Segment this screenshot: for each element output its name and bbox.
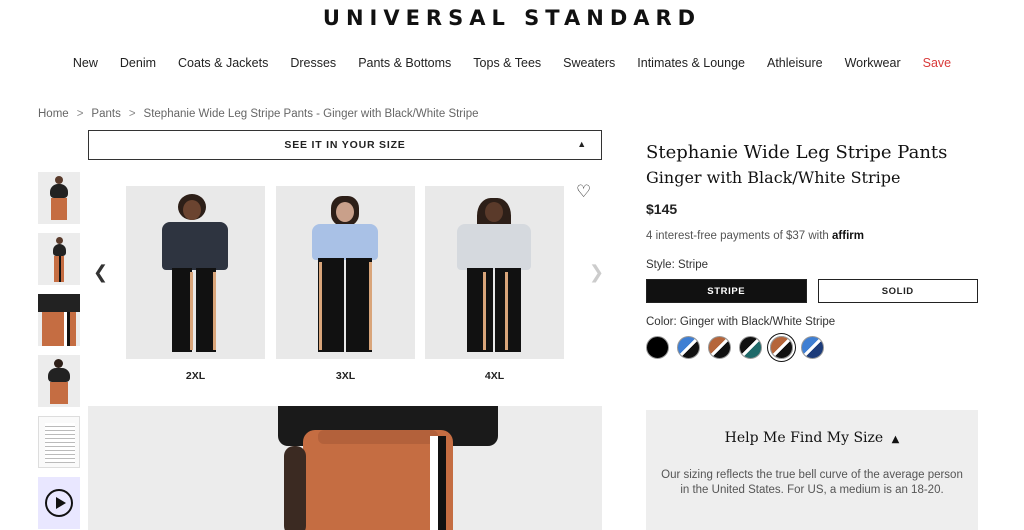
pants-stripe [59,256,61,282]
style-options: STRIPE SOLID [646,279,978,303]
size-label-2xl: 2XL [185,370,206,382]
swatch-blue-stripe[interactable] [677,336,700,359]
nav-item-denim[interactable]: Denim [120,56,156,70]
model-head [183,200,201,220]
model-head [56,237,63,244]
model-top [53,244,66,256]
pants-stripe [319,262,322,350]
detail-stripe-black [67,312,70,346]
affirm-logo: affirm [832,230,864,242]
color-label: Color: Ginger with Black/White Stripe [646,316,836,328]
model-head [485,202,503,222]
model-head [54,359,63,368]
help-text: Our sizing reflects the true bell curve … [661,469,963,496]
size-model-card-3xl[interactable] [276,186,415,359]
nav-item-sale[interactable]: Save [923,56,952,70]
breadcrumb-separator: > [128,108,136,120]
nav-item-new[interactable]: New [73,56,98,70]
play-icon [45,489,73,517]
nav-item-tops-tees[interactable]: Tops & Tees [473,56,541,70]
swatch-black-teal-stripe[interactable] [739,336,762,359]
product-color-name: Ginger with Black/White Stripe [646,168,901,187]
pants-stripe [483,272,486,350]
hero-arm [284,446,306,530]
breadcrumb-current: Stephanie Wide Leg Stripe Pants - Ginger… [143,108,479,120]
chevron-right-icon[interactable]: ❯ [589,262,604,283]
model-top [457,224,531,270]
style-option-stripe[interactable]: STRIPE [646,279,807,303]
pants-stripe [505,272,508,350]
model-leg-right [495,268,521,352]
detail-top [38,294,80,312]
help-title: Help Me Find My Size [724,430,884,446]
nav-item-dresses[interactable]: Dresses [290,56,336,70]
main-nav: New Denim Coats & Jackets Dresses Pants … [0,56,1024,70]
chevron-left-icon[interactable]: ❮ [93,262,108,283]
pants-stripe [190,272,193,350]
swatch-blue-navy-stripe[interactable] [801,336,824,359]
breadcrumb-pants[interactable]: Pants [91,108,120,120]
nav-item-sweaters[interactable]: Sweaters [563,56,615,70]
thumbnail-front[interactable] [38,172,80,224]
model-top [48,368,70,382]
breadcrumb: Home > Pants > Stephanie Wide Leg Stripe… [38,108,478,120]
product-price: $145 [646,201,678,217]
see-it-in-your-size-label: SEE IT IN YOUR SIZE [284,139,406,151]
caret-up-icon: ▲ [577,139,587,149]
nav-item-coats-jackets[interactable]: Coats & Jackets [178,56,268,70]
size-help-box: Help Me Find My Size ▲ Our sizing reflec… [646,410,978,530]
thumbnail-list [38,172,80,530]
model-head [336,202,354,222]
hero-stripe-black [438,436,446,530]
thumbnail-back[interactable] [38,355,80,407]
swatch-ginger-stripe[interactable] [708,336,731,359]
nav-item-pants-bottoms[interactable]: Pants & Bottoms [358,56,451,70]
size-label-3xl: 3XL [335,370,356,382]
breadcrumb-home[interactable]: Home [38,108,69,120]
heart-icon[interactable]: ♡ [576,182,591,202]
size-label-4xl: 4XL [484,370,505,382]
nav-item-intimates-lounge[interactable]: Intimates & Lounge [637,56,745,70]
swatch-ginger-black-white-stripe[interactable] [770,336,793,359]
size-model-card-2xl[interactable] [126,186,265,359]
nav-item-workwear[interactable]: Workwear [845,56,901,70]
thumbnail-size-chart[interactable] [38,416,80,468]
product-title: Stephanie Wide Leg Stripe Pants [646,142,948,163]
thumbnail-side[interactable] [38,233,80,285]
see-it-in-your-size-toggle[interactable]: SEE IT IN YOUR SIZE ▲ [88,130,602,160]
model-leg-left [467,268,493,352]
product-info: Stephanie Wide Leg Stripe Pants Ginger w… [646,142,978,359]
hero-stripe-white [430,436,438,530]
detail-pants [42,312,76,346]
caret-up-icon: ▲ [891,434,900,445]
color-swatches [646,336,978,359]
breadcrumb-separator: > [76,108,84,120]
model-pants [50,382,68,404]
nav-item-athleisure[interactable]: Athleisure [767,56,823,70]
hero-waistband [318,430,438,444]
model-pants [51,198,67,220]
affirm-text: 4 interest-free payments of $37 with [646,230,829,242]
model-top [50,184,68,198]
style-label: Style: Stripe [646,259,708,271]
thumbnail-detail[interactable] [38,294,80,346]
swatch-black[interactable] [646,336,669,359]
main-product-image[interactable] [88,406,602,530]
model-leg-left [172,268,192,352]
affirm-payment-info[interactable]: 4 interest-free payments of $37 with aff… [646,230,978,242]
model-top [312,224,378,260]
style-option-solid[interactable]: SOLID [817,279,978,303]
thumbnail-video[interactable] [38,477,80,529]
model-head [55,176,63,184]
pants-stripe [213,272,216,350]
brand-logo[interactable]: UNIVERSAL STANDARD [0,6,1024,30]
help-find-size-toggle[interactable]: Help Me Find My Size ▲ [646,430,978,446]
pants-stripe [369,262,372,350]
size-chart-lines [45,423,75,463]
model-top [162,222,228,270]
size-model-card-4xl[interactable] [425,186,564,359]
